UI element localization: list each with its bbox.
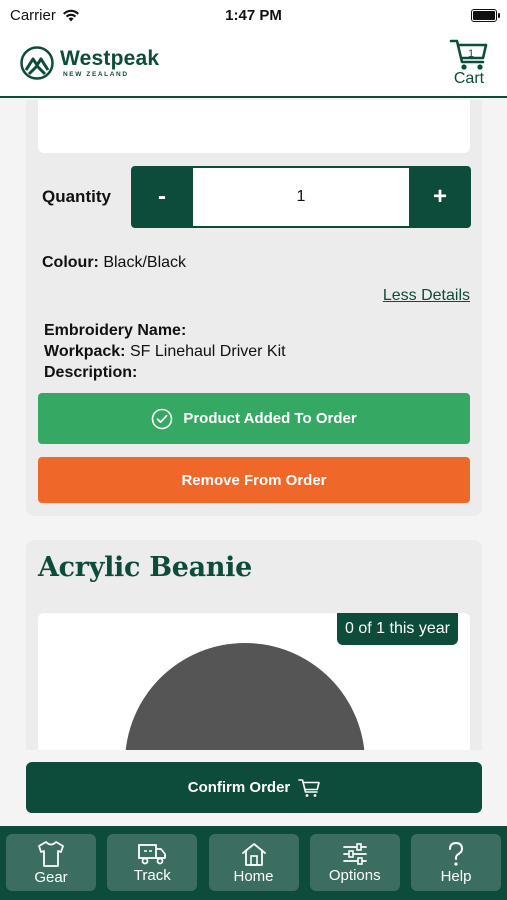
content-scroll-area[interactable]: Quantity - 1 + Colour: Black/Black Less … [0,100,507,750]
shirt-icon [38,840,64,867]
product-card[interactable]: Acrylic Beanie 0 of 1 this year [26,540,482,750]
sliders-icon [342,842,367,865]
confirm-order-label: Confirm Order [187,779,291,796]
quantity-label: Quantity [42,187,111,206]
colour-row: Colour: Black/Black [42,254,186,272]
workpack-value: SF Linehaul Driver Kit [129,343,286,360]
confirm-order-button[interactable]: Confirm Order [26,762,482,813]
wifi-icon [62,9,79,21]
colour-label: Colour: [42,254,99,271]
tab-options[interactable]: Options [309,834,400,891]
check-circle-icon [152,408,173,429]
remove-from-order-button[interactable]: Remove From Order [38,457,470,503]
question-icon [449,841,464,866]
carrier-label: Carrier [10,6,56,24]
mountain-logo-icon [20,46,54,80]
status-bar: Carrier 1:47 PM [0,0,507,30]
tab-help-label: Help [440,867,472,885]
item-details: Embroidery Name: Workpack: SF Linehaul D… [44,320,286,383]
quantity-input[interactable]: 1 [193,168,409,226]
bottom-tab-bar: Gear Track Home Options Help [0,826,507,900]
allowance-badge: 0 of 1 this year [337,613,458,645]
product-added-label: Product Added To Order [183,410,357,427]
brand-subtitle: NEW ZEALAND [63,70,129,78]
beanie-image [125,643,365,750]
colour-value: Black/Black [103,254,187,271]
product-image-bottom [38,100,470,153]
quantity-decrease-button[interactable]: - [131,166,193,228]
brand-name: Westpeak [60,46,160,70]
less-details-link[interactable]: Less Details [383,287,470,305]
tab-gear-label: Gear [34,868,68,886]
tab-gear[interactable]: Gear [6,834,96,891]
cart-count-badge: 1 [468,48,475,60]
product-image[interactable]: 0 of 1 this year [38,613,470,750]
quantity-increase-button[interactable]: + [409,166,471,228]
truck-icon [138,843,167,864]
tab-help[interactable]: Help [411,834,501,891]
app-header: Westpeak NEW ZEALAND 1 Cart [0,30,507,98]
embroidery-label: Embroidery Name: [44,322,187,339]
product-added-button[interactable]: Product Added To Order [38,393,470,444]
order-item-card: Quantity - 1 + Colour: Black/Black Less … [26,100,482,516]
tab-track-label: Track [133,866,171,884]
product-title: Acrylic Beanie [38,552,253,583]
cart-button[interactable]: 1 Cart [449,38,489,88]
cart-icon [298,778,321,797]
home-icon [241,842,266,866]
tab-track[interactable]: Track [107,834,198,891]
brand-logo[interactable]: Westpeak NEW ZEALAND [20,46,159,80]
description-label: Description: [44,364,138,381]
workpack-label: Workpack: [44,343,126,360]
tab-home[interactable]: Home [208,834,299,891]
battery-icon [471,8,500,22]
status-left: Carrier [10,7,80,24]
cart-label: Cart [453,70,485,87]
tab-options-label: Options [328,866,381,884]
tab-home-label: Home [233,867,274,885]
quantity-stepper: - 1 + [131,166,471,228]
